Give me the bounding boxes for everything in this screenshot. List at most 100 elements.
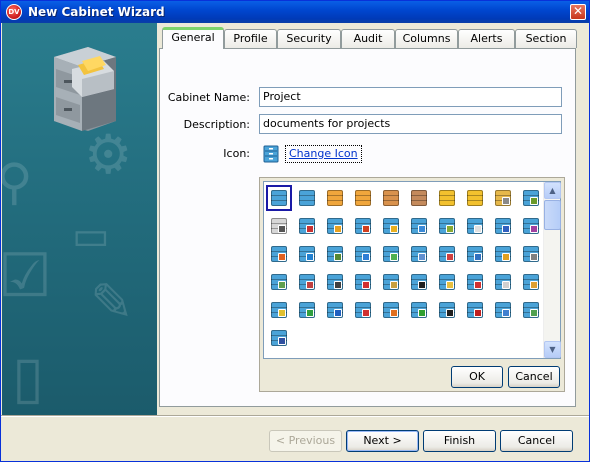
icon-option[interactable]: [268, 215, 290, 237]
overlay-badge-icon: [306, 225, 314, 233]
overlay-badge-icon: [306, 253, 314, 261]
overlay-badge-icon: [278, 309, 286, 317]
icon-option[interactable]: [268, 299, 290, 321]
picker-ok-button[interactable]: OK: [451, 366, 503, 388]
description-label: Description:: [183, 118, 250, 131]
icon-option[interactable]: [380, 299, 402, 321]
tab-security[interactable]: Security: [277, 29, 341, 48]
icon-option[interactable]: [296, 299, 318, 321]
next-button[interactable]: Next >: [346, 430, 419, 452]
icon-option[interactable]: [296, 271, 318, 293]
icon-option[interactable]: [492, 187, 514, 209]
overlay-badge-icon: [334, 253, 342, 261]
icon-option[interactable]: [268, 271, 290, 293]
wizard-window: DV New Cabinet Wizard ✕ ⚙ ⚲ ☑ ✎ ▭ ▯ Gene…: [0, 0, 590, 462]
icon-option[interactable]: [296, 187, 318, 209]
icon-option[interactable]: [352, 187, 374, 209]
icon-option[interactable]: [380, 215, 402, 237]
icon-option[interactable]: [520, 271, 542, 293]
icon-option[interactable]: [464, 215, 486, 237]
icon-option[interactable]: [464, 243, 486, 265]
icon-option[interactable]: [492, 299, 514, 321]
description-field[interactable]: documents for projects: [259, 114, 562, 134]
icon-option[interactable]: [380, 271, 402, 293]
icon-option[interactable]: [408, 271, 430, 293]
cabinet-option-icon: [271, 218, 287, 234]
tab-alerts[interactable]: Alerts: [458, 29, 515, 48]
overlay-badge-icon: [474, 253, 482, 261]
scroll-thumb[interactable]: [544, 200, 561, 230]
icon-option[interactable]: [492, 271, 514, 293]
icon-option[interactable]: [324, 271, 346, 293]
overlay-badge-icon: [530, 225, 538, 233]
icon-option[interactable]: [324, 243, 346, 265]
scroll-down-button[interactable]: ▼: [544, 341, 561, 358]
icon-option[interactable]: [268, 327, 290, 349]
overlay-badge-icon: [502, 309, 510, 317]
cancel-button[interactable]: Cancel: [500, 430, 573, 452]
icon-option[interactable]: [408, 299, 430, 321]
scroll-up-button[interactable]: ▲: [544, 182, 561, 199]
icon-option[interactable]: [436, 215, 458, 237]
icon-option[interactable]: [352, 271, 374, 293]
icon-option[interactable]: [380, 243, 402, 265]
cabinet-option-icon: [299, 246, 315, 262]
icon-option[interactable]: [266, 185, 292, 211]
icon-option[interactable]: [436, 187, 458, 209]
checkbox-deco-icon: ☑: [2, 241, 52, 311]
cabinet-option-icon: [495, 274, 511, 290]
icon-option[interactable]: [324, 215, 346, 237]
tab-audit[interactable]: Audit: [341, 29, 395, 48]
icon-option[interactable]: [268, 243, 290, 265]
overlay-badge-icon: [530, 309, 538, 317]
wizard-sidebar: ⚙ ⚲ ☑ ✎ ▭ ▯: [2, 23, 157, 415]
cabinet-option-icon: [327, 302, 343, 318]
overlay-badge-icon: [390, 253, 398, 261]
icon-option[interactable]: [296, 215, 318, 237]
cabinet-option-icon: [271, 190, 287, 206]
icon-option[interactable]: [520, 299, 542, 321]
cabinet-option-icon: [299, 218, 315, 234]
icon-option[interactable]: [324, 299, 346, 321]
icon-option[interactable]: [352, 215, 374, 237]
finish-button[interactable]: Finish: [423, 430, 496, 452]
close-button[interactable]: ✕: [570, 4, 586, 20]
icon-option[interactable]: [436, 299, 458, 321]
tab-columns[interactable]: Columns: [395, 29, 458, 48]
icon-option[interactable]: [436, 271, 458, 293]
icon-option[interactable]: [436, 243, 458, 265]
icon-option[interactable]: [324, 187, 346, 209]
icon-option[interactable]: [408, 187, 430, 209]
icon-option[interactable]: [520, 187, 542, 209]
cabinet-option-icon: [383, 274, 399, 290]
overlay-badge-icon: [502, 197, 510, 205]
picker-cancel-button[interactable]: Cancel: [508, 366, 560, 388]
icon-option[interactable]: [520, 215, 542, 237]
title-bar[interactable]: DV New Cabinet Wizard ✕: [1, 1, 589, 23]
previous-button[interactable]: < Previous: [269, 430, 342, 452]
icon-option[interactable]: [296, 243, 318, 265]
icon-option[interactable]: [492, 215, 514, 237]
overlay-badge-icon: [362, 309, 370, 317]
icon-option[interactable]: [520, 243, 542, 265]
icon-grid-scrollbar[interactable]: ▲ ▼: [543, 182, 561, 358]
cabinet-option-icon: [327, 218, 343, 234]
icon-option[interactable]: [380, 187, 402, 209]
tab-general[interactable]: General: [162, 27, 224, 49]
tab-section[interactable]: Section: [515, 29, 577, 48]
cabinet-option-icon: [523, 246, 539, 262]
cabinet-option-icon: [467, 246, 483, 262]
cabinet-option-icon: [467, 218, 483, 234]
icon-option[interactable]: [408, 243, 430, 265]
icon-option[interactable]: [464, 299, 486, 321]
icon-option[interactable]: [352, 299, 374, 321]
icon-option[interactable]: [352, 243, 374, 265]
tab-profile[interactable]: Profile: [224, 29, 277, 48]
cabinet-name-field[interactable]: Project: [259, 87, 562, 107]
cabinet-option-icon: [523, 302, 539, 318]
icon-option[interactable]: [464, 271, 486, 293]
icon-option[interactable]: [408, 215, 430, 237]
icon-option[interactable]: [492, 243, 514, 265]
icon-option[interactable]: [464, 187, 486, 209]
change-icon-link[interactable]: Change Icon: [285, 145, 362, 163]
